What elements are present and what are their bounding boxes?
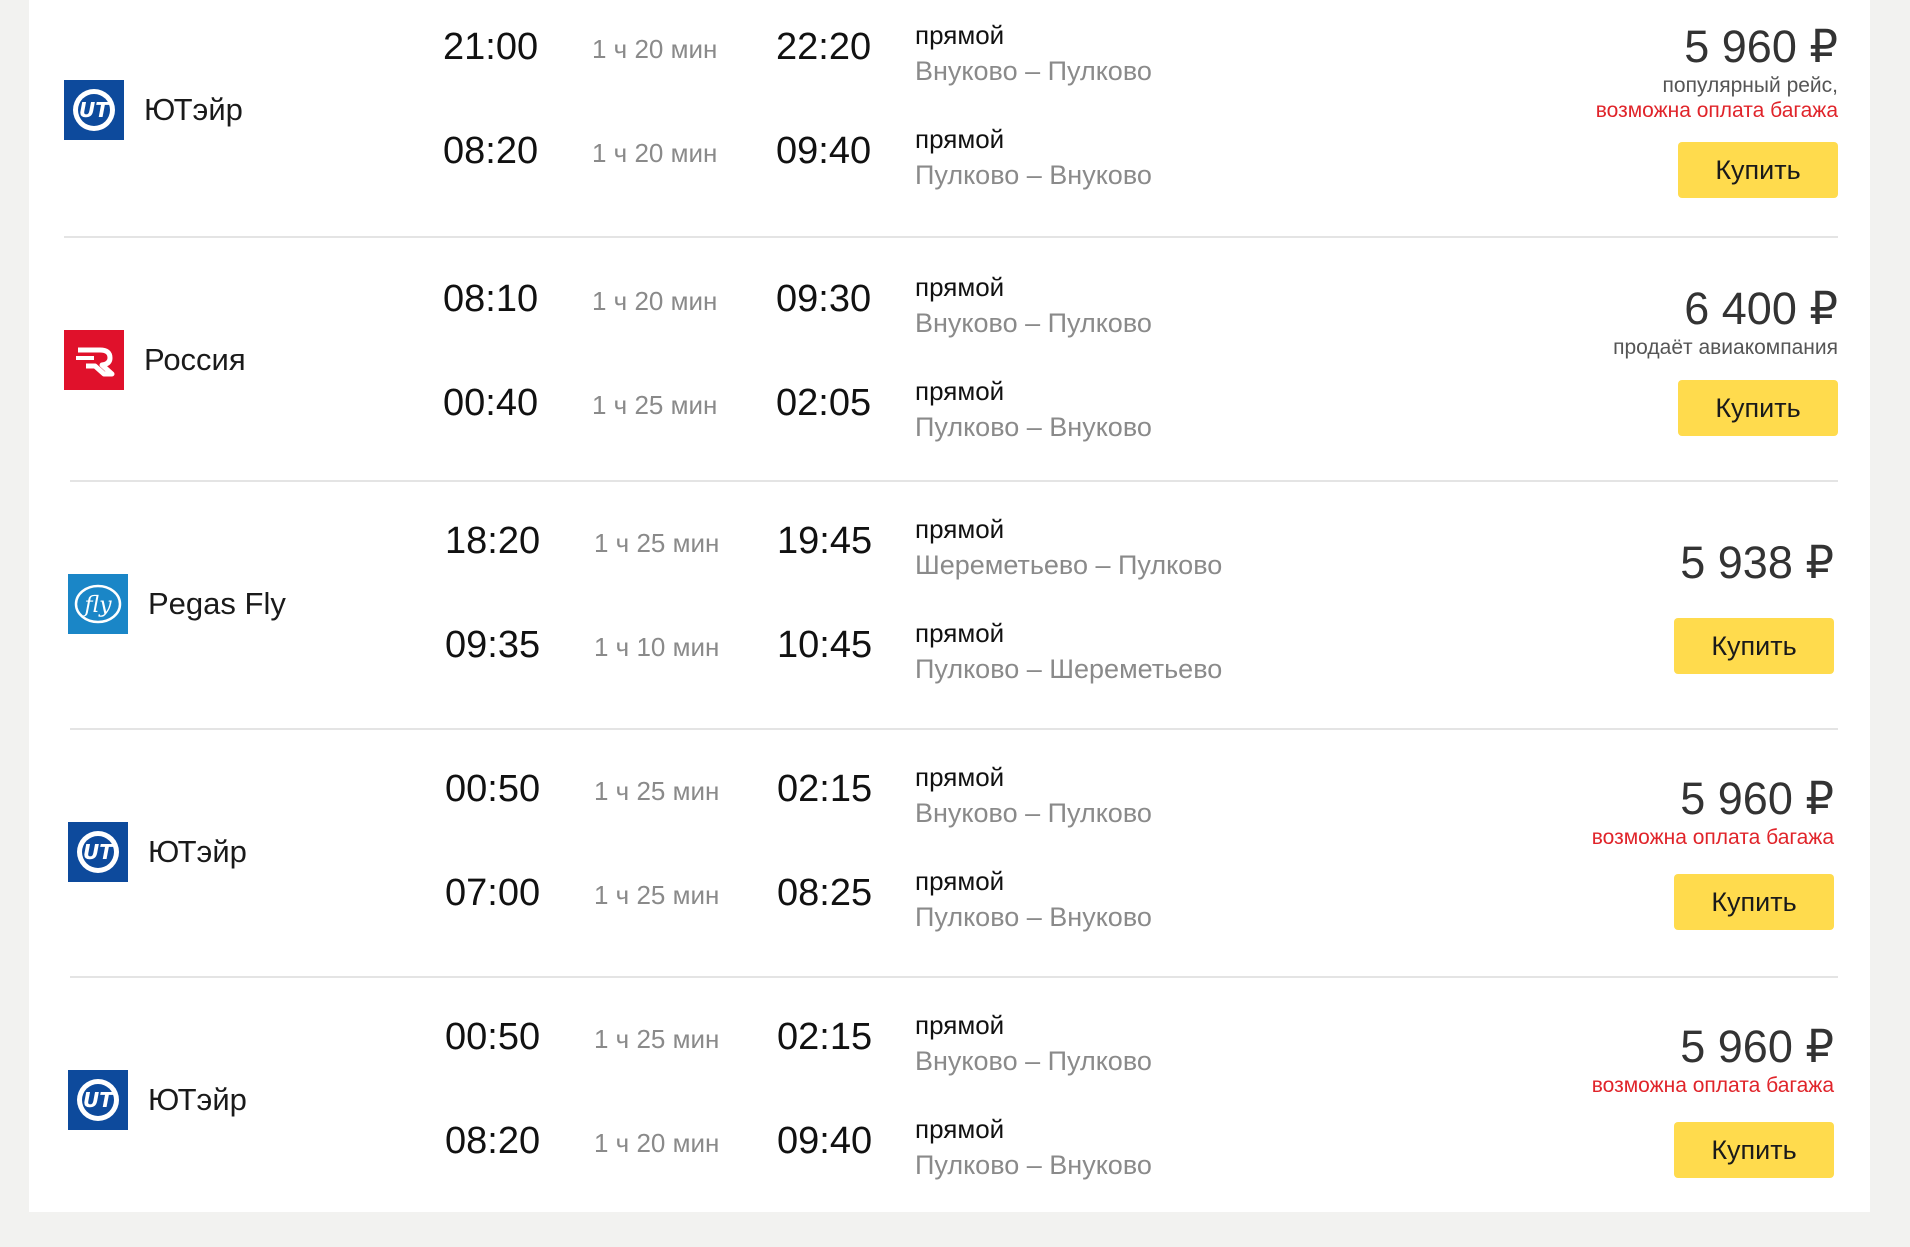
departure-time: 08:10 <box>443 278 539 320</box>
stops-label: прямой <box>915 124 1005 154</box>
baggage-warning: возможна оплата багажа <box>1591 1074 1834 1097</box>
buy-button[interactable]: Купить <box>1674 618 1834 674</box>
price-block: 5 960 ₽ популярный рейс, возможна оплата… <box>1596 20 1838 123</box>
flight-duration: 1 ч 25 мин <box>594 880 720 910</box>
flight-card: fly Pegas Fly 18:20 1 ч 25 мин 19:45 пря… <box>29 482 1870 728</box>
route-airports: Внуково – Пулково <box>915 56 1152 86</box>
flight-duration: 1 ч 20 мин <box>592 138 718 168</box>
stops-label: прямой <box>915 762 1005 792</box>
arrival-time: 09:40 <box>776 130 872 172</box>
flight-leg-return: 08:20 1 ч 20 мин 09:40 прямой Пулково – … <box>29 1114 1870 1210</box>
flight-leg-outbound: 21:00 1 ч 20 мин 22:20 прямой Внуково – … <box>29 20 1870 116</box>
flight-card: Россия 08:10 1 ч 20 мин 09:30 прямой Вну… <box>29 238 1870 480</box>
flight-leg-outbound: 08:10 1 ч 20 мин 09:30 прямой Внуково – … <box>29 272 1870 368</box>
departure-time: 00:50 <box>445 1016 541 1058</box>
stops-label: прямой <box>915 272 1005 302</box>
departure-time: 00:40 <box>443 382 539 424</box>
flight-card: UT ЮТэйр 21:00 1 ч 20 мин 22:20 прямой В… <box>29 0 1870 236</box>
flight-duration: 1 ч 25 мин <box>594 776 720 806</box>
flight-duration: 1 ч 10 мин <box>594 632 720 662</box>
departure-time: 00:50 <box>445 768 541 810</box>
route-airports: Пулково – Внуково <box>915 1150 1152 1180</box>
arrival-time: 09:30 <box>776 278 872 320</box>
stops-label: прямой <box>915 20 1005 50</box>
price: 6 400 ₽ <box>1684 283 1838 334</box>
buy-button[interactable]: Купить <box>1678 380 1838 436</box>
flight-leg-return: 08:20 1 ч 20 мин 09:40 прямой Пулково – … <box>29 124 1870 220</box>
buy-button[interactable]: Купить <box>1674 1122 1834 1178</box>
arrival-time: 19:45 <box>777 520 873 562</box>
flight-duration: 1 ч 25 мин <box>594 1024 720 1054</box>
departure-time: 08:20 <box>445 1120 541 1162</box>
stops-label: прямой <box>915 376 1005 406</box>
flight-card: UT ЮТэйр 00:50 1 ч 25 мин 02:15 прямой В… <box>29 730 1870 976</box>
stops-label: прямой <box>915 866 1005 896</box>
results-panel: UT ЮТэйр 21:00 1 ч 20 мин 22:20 прямой В… <box>29 0 1870 1212</box>
route-airports: Внуково – Пулково <box>915 798 1152 828</box>
flight-leg-return: 00:40 1 ч 25 мин 02:05 прямой Пулково – … <box>29 376 1870 472</box>
arrival-time: 22:20 <box>776 26 872 68</box>
flight-duration: 1 ч 20 мин <box>592 286 718 316</box>
arrival-time: 10:45 <box>777 624 873 666</box>
flight-duration: 1 ч 20 мин <box>592 34 718 64</box>
route-airports: Пулково – Внуково <box>915 902 1152 932</box>
baggage-warning: возможна оплата багажа <box>1591 826 1834 849</box>
flight-card: UT ЮТэйр 00:50 1 ч 25 мин 02:15 прямой В… <box>29 978 1870 1212</box>
price-block: 5 960 ₽ возможна оплата багажа <box>1592 1020 1834 1098</box>
departure-time: 08:20 <box>443 130 539 172</box>
route-airports: Шереметьево – Пулково <box>915 550 1223 580</box>
departure-time: 18:20 <box>445 520 541 562</box>
route-airports: Пулково – Шереметьево <box>915 654 1223 684</box>
flight-leg-outbound: 18:20 1 ч 25 мин 19:45 прямой Шереметьев… <box>29 514 1870 610</box>
stops-label: прямой <box>915 1114 1005 1144</box>
arrival-time: 09:40 <box>777 1120 873 1162</box>
price: 5 938 ₽ <box>1680 537 1834 588</box>
price-block: 5 960 ₽ возможна оплата багажа <box>1592 772 1834 850</box>
sold-by-airline-note: продаёт авиакомпания <box>1613 336 1838 359</box>
price: 5 960 ₽ <box>1680 773 1834 824</box>
arrival-time: 02:15 <box>777 768 873 810</box>
route-airports: Пулково – Внуково <box>915 412 1152 442</box>
route-airports: Внуково – Пулково <box>915 308 1152 338</box>
flight-duration: 1 ч 20 мин <box>594 1128 720 1158</box>
flight-duration: 1 ч 25 мин <box>594 528 720 558</box>
flight-leg-return: 07:00 1 ч 25 мин 08:25 прямой Пулково – … <box>29 866 1870 962</box>
departure-time: 07:00 <box>445 872 541 914</box>
route-airports: Внуково – Пулково <box>915 1046 1152 1076</box>
baggage-warning: возможна оплата багажа <box>1595 99 1838 122</box>
popular-flight-note: популярный рейс, <box>1662 74 1838 97</box>
stops-label: прямой <box>915 1010 1005 1040</box>
price: 5 960 ₽ <box>1680 1021 1834 1072</box>
stops-label: прямой <box>915 514 1005 544</box>
price-block: 6 400 ₽ продаёт авиакомпания <box>1613 282 1838 360</box>
arrival-time: 02:15 <box>777 1016 873 1058</box>
route-airports: Пулково – Внуково <box>915 160 1152 190</box>
departure-time: 09:35 <box>445 624 541 666</box>
stops-label: прямой <box>915 618 1005 648</box>
departure-time: 21:00 <box>443 26 539 68</box>
arrival-time: 08:25 <box>777 872 873 914</box>
price-block: 5 938 ₽ <box>1680 536 1834 589</box>
flight-duration: 1 ч 25 мин <box>592 390 718 420</box>
buy-button[interactable]: Купить <box>1674 874 1834 930</box>
buy-button[interactable]: Купить <box>1678 142 1838 198</box>
arrival-time: 02:05 <box>776 382 872 424</box>
price: 5 960 ₽ <box>1684 21 1838 72</box>
flight-leg-return: 09:35 1 ч 10 мин 10:45 прямой Пулково – … <box>29 618 1870 714</box>
